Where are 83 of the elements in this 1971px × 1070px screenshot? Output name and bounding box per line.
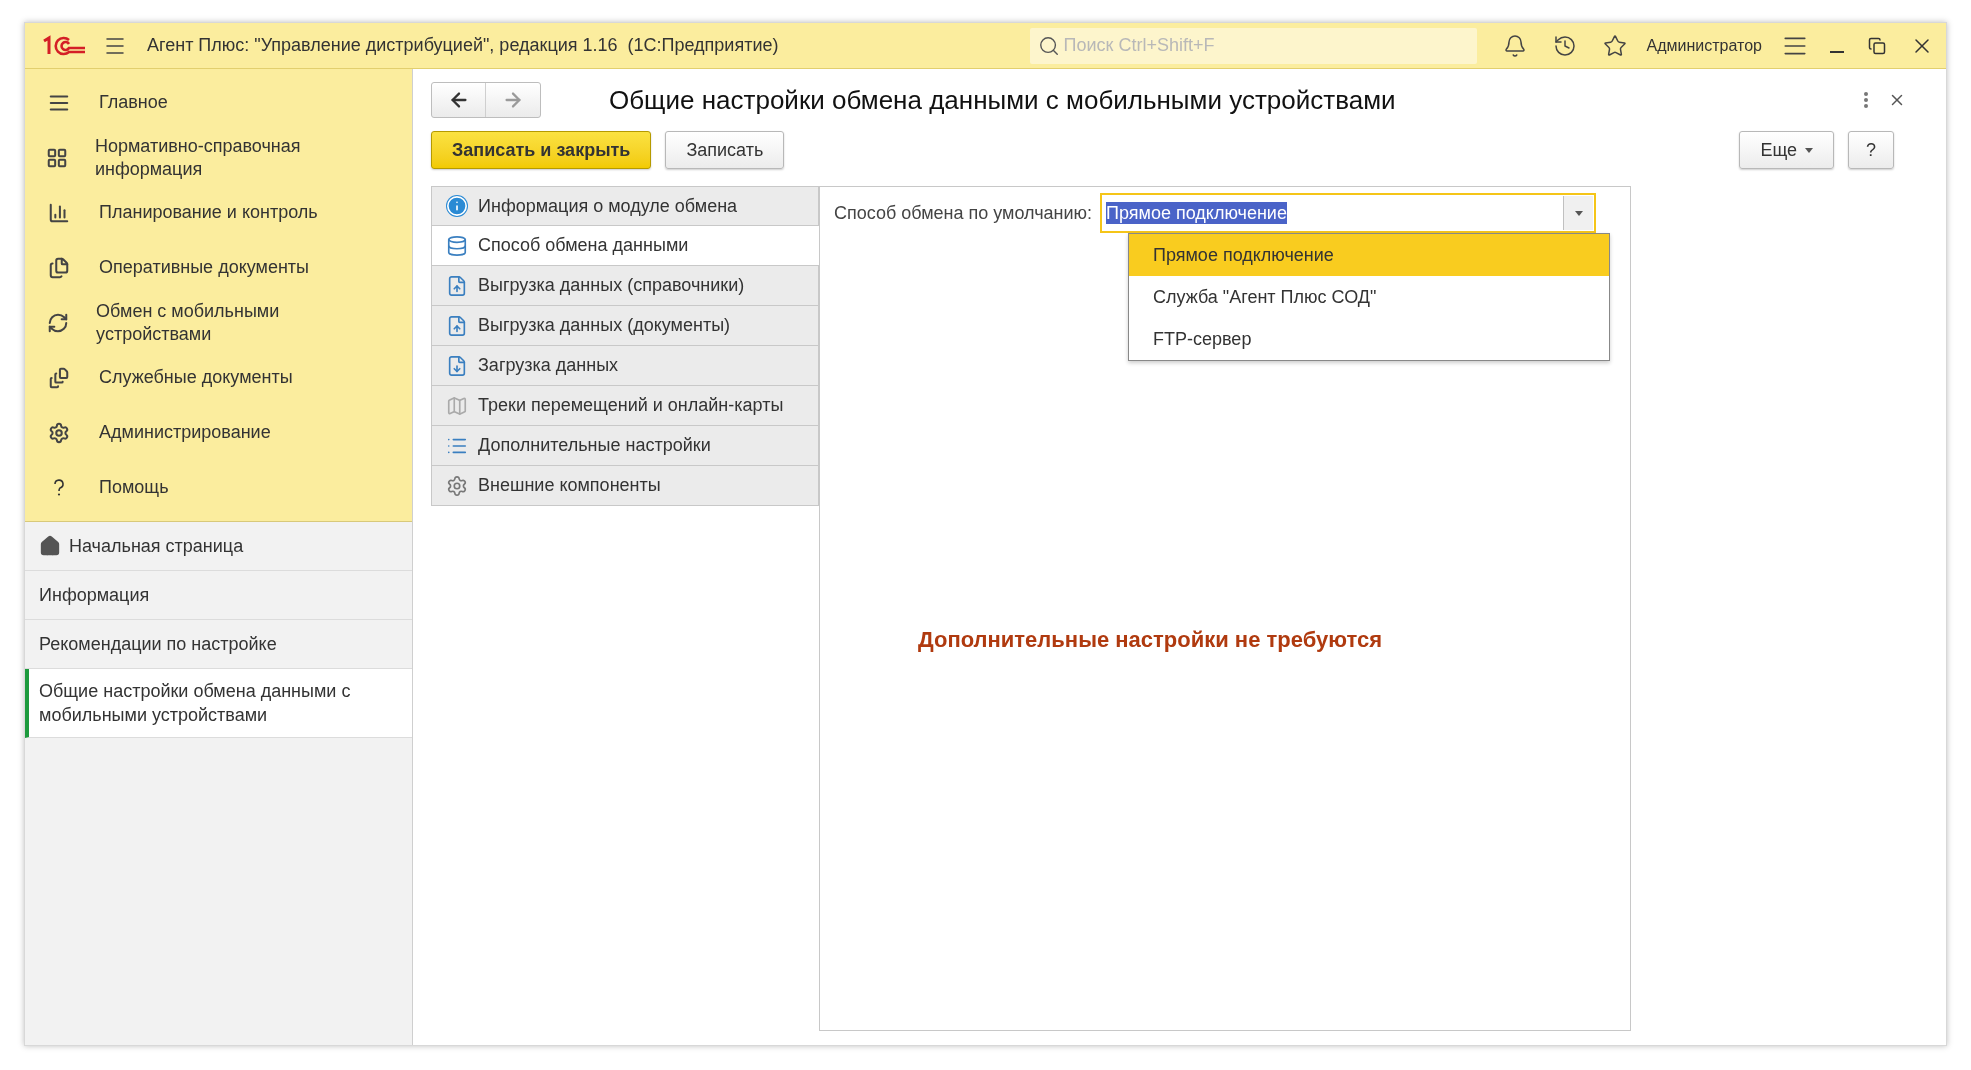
section-tab-label: Способ обмена данными: [478, 234, 689, 257]
save-and-close-button[interactable]: Записать и закрыть: [431, 131, 652, 169]
dropdown-value: Прямое подключение: [1106, 202, 1287, 224]
documents-icon: [48, 366, 70, 389]
help-icon: [53, 478, 65, 497]
dropdown-option[interactable]: Служба "Агент Плюс СОД": [1129, 276, 1609, 318]
bar-chart-icon: [48, 201, 70, 224]
form-title: Общие настройки обмена данными с мобильными устройствами: [609, 83, 1396, 117]
section-tab[interactable]: Загрузка данных: [431, 346, 819, 386]
favorites-button[interactable]: [1602, 33, 1627, 58]
window-title: Агент Плюс: "Управление дистрибуцией", редакция 1.16 (1С:Предприятие): [147, 34, 779, 57]
dropdown-option[interactable]: FTP-сервер: [1129, 318, 1609, 360]
dropdown-toggle[interactable]: [1563, 196, 1594, 230]
restore-icon: [1868, 36, 1886, 55]
dropdown-option[interactable]: Прямое подключение: [1129, 234, 1609, 276]
exchange-method-dropdown[interactable]: Прямое подключение: [1100, 193, 1597, 233]
database-icon: [446, 234, 468, 257]
section-tab-label: Загрузка данных: [478, 354, 619, 377]
sidebar-item-label: Нормативно-справочная информация: [94, 134, 302, 181]
more-actions-button[interactable]: [1864, 92, 1868, 108]
open-window-tab[interactable]: Общие настройки обмена данными с мобильными устройствами: [25, 669, 412, 738]
section-tab-label: Внешние компоненты: [478, 474, 661, 497]
bell-icon: [1502, 33, 1527, 58]
sidebar-item[interactable]: Помощь: [25, 460, 412, 515]
caret-icon: [1574, 210, 1583, 216]
more-icon: [1864, 92, 1868, 108]
restore-button[interactable]: [1868, 36, 1886, 55]
section-tab[interactable]: Внешние компоненты: [431, 466, 819, 506]
grid-icon: [45, 146, 68, 169]
sidebar-item-label: Оперативные документы: [99, 256, 310, 279]
history-button[interactable]: [1552, 33, 1577, 58]
save-button[interactable]: Записать: [665, 131, 785, 169]
open-window-label: Рекомендации по настройке: [39, 633, 277, 656]
home-icon: [39, 535, 61, 557]
section-tab-label: Выгрузка данных (документы): [478, 314, 731, 337]
file-download-icon: [446, 354, 468, 377]
info-icon: [446, 195, 468, 217]
sidebar-item[interactable]: Администрирование: [25, 405, 412, 460]
settings-icon: [48, 421, 70, 444]
notifications-button[interactable]: [1502, 33, 1527, 58]
minimize-icon: [1830, 50, 1844, 53]
sidebar-item[interactable]: Нормативно-справочная информация: [25, 130, 412, 185]
settings-icon: [446, 474, 468, 497]
sidebar-item[interactable]: Обмен с мобильными устройствами: [25, 295, 412, 350]
sidebar-item-label: Администрирование: [99, 421, 271, 444]
section-tab[interactable]: Дополнительные настройки: [431, 426, 819, 466]
section-tab[interactable]: Выгрузка данных (справочники): [431, 266, 819, 306]
logo-icon: [41, 34, 87, 57]
section-tab[interactable]: Треки перемещений и онлайн-карты: [431, 386, 819, 426]
section-tab[interactable]: Информация о модуле обмена: [431, 186, 819, 226]
sidebar-item-label: Помощь: [99, 476, 169, 499]
refresh-icon: [46, 311, 69, 334]
history-icon: [1552, 33, 1577, 58]
section-tab[interactable]: Выгрузка данных (документы): [431, 306, 819, 346]
sidebar-item-label: Служебные документы: [99, 366, 293, 389]
field-label: Способ обмена по умолчанию:: [834, 201, 1093, 225]
star-icon: [1602, 33, 1627, 58]
open-window-label: Общие настройки обмена данными с мобильными устройствами: [39, 680, 352, 727]
section-tab-label: Информация о модуле обмена: [478, 194, 738, 218]
info-message: Дополнительные настройки не требуются: [918, 626, 1382, 654]
section-tab-label: Треки перемещений и онлайн-карты: [478, 394, 784, 417]
section-tab-label: Дополнительные настройки: [478, 434, 711, 457]
sidebar-item[interactable]: Планирование и контроль: [25, 185, 412, 240]
sidebar-item[interactable]: Главное: [25, 75, 412, 130]
search-field[interactable]: Поиск Ctrl+Shift+F: [1029, 27, 1477, 64]
sidebar-item-label: Обмен с мобильными устройствами: [96, 299, 281, 346]
caret-icon: [1805, 147, 1813, 153]
open-window-label: Информация: [39, 584, 150, 607]
sidebar-item[interactable]: Служебные документы: [25, 350, 412, 405]
search-icon: [1037, 34, 1060, 57]
more-button[interactable]: Еще: [1739, 131, 1834, 169]
map-icon: [446, 394, 468, 417]
sidebar-item-label: Главное: [99, 91, 168, 114]
user-name[interactable]: Администратор: [1646, 33, 1762, 58]
documents-icon: [48, 256, 70, 279]
file-upload-icon: [446, 274, 468, 297]
section-tab[interactable]: Способ обмена данными: [431, 226, 819, 266]
section-tab-label: Выгрузка данных (справочники): [478, 274, 745, 297]
open-window-label: Начальная страница: [69, 535, 244, 558]
sidebar-item[interactable]: Оперативные документы: [25, 240, 412, 295]
help-button[interactable]: ?: [1848, 131, 1894, 169]
sidebar-item-label: Планирование и контроль: [99, 201, 318, 224]
file-upload-icon: [446, 314, 468, 337]
